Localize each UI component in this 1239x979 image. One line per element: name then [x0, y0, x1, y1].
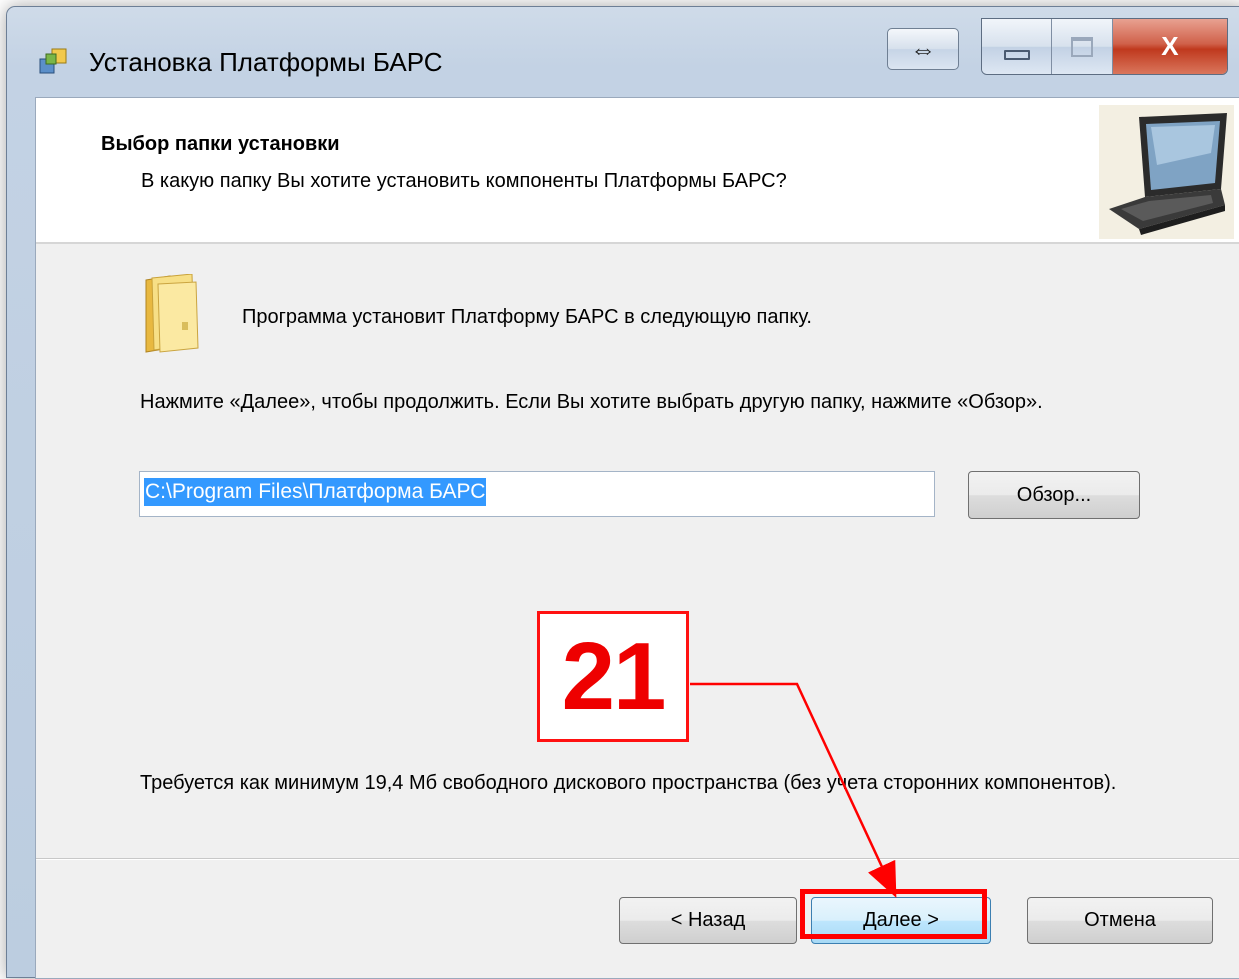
callout-arrow — [690, 682, 897, 898]
next-button-highlight — [800, 889, 987, 939]
